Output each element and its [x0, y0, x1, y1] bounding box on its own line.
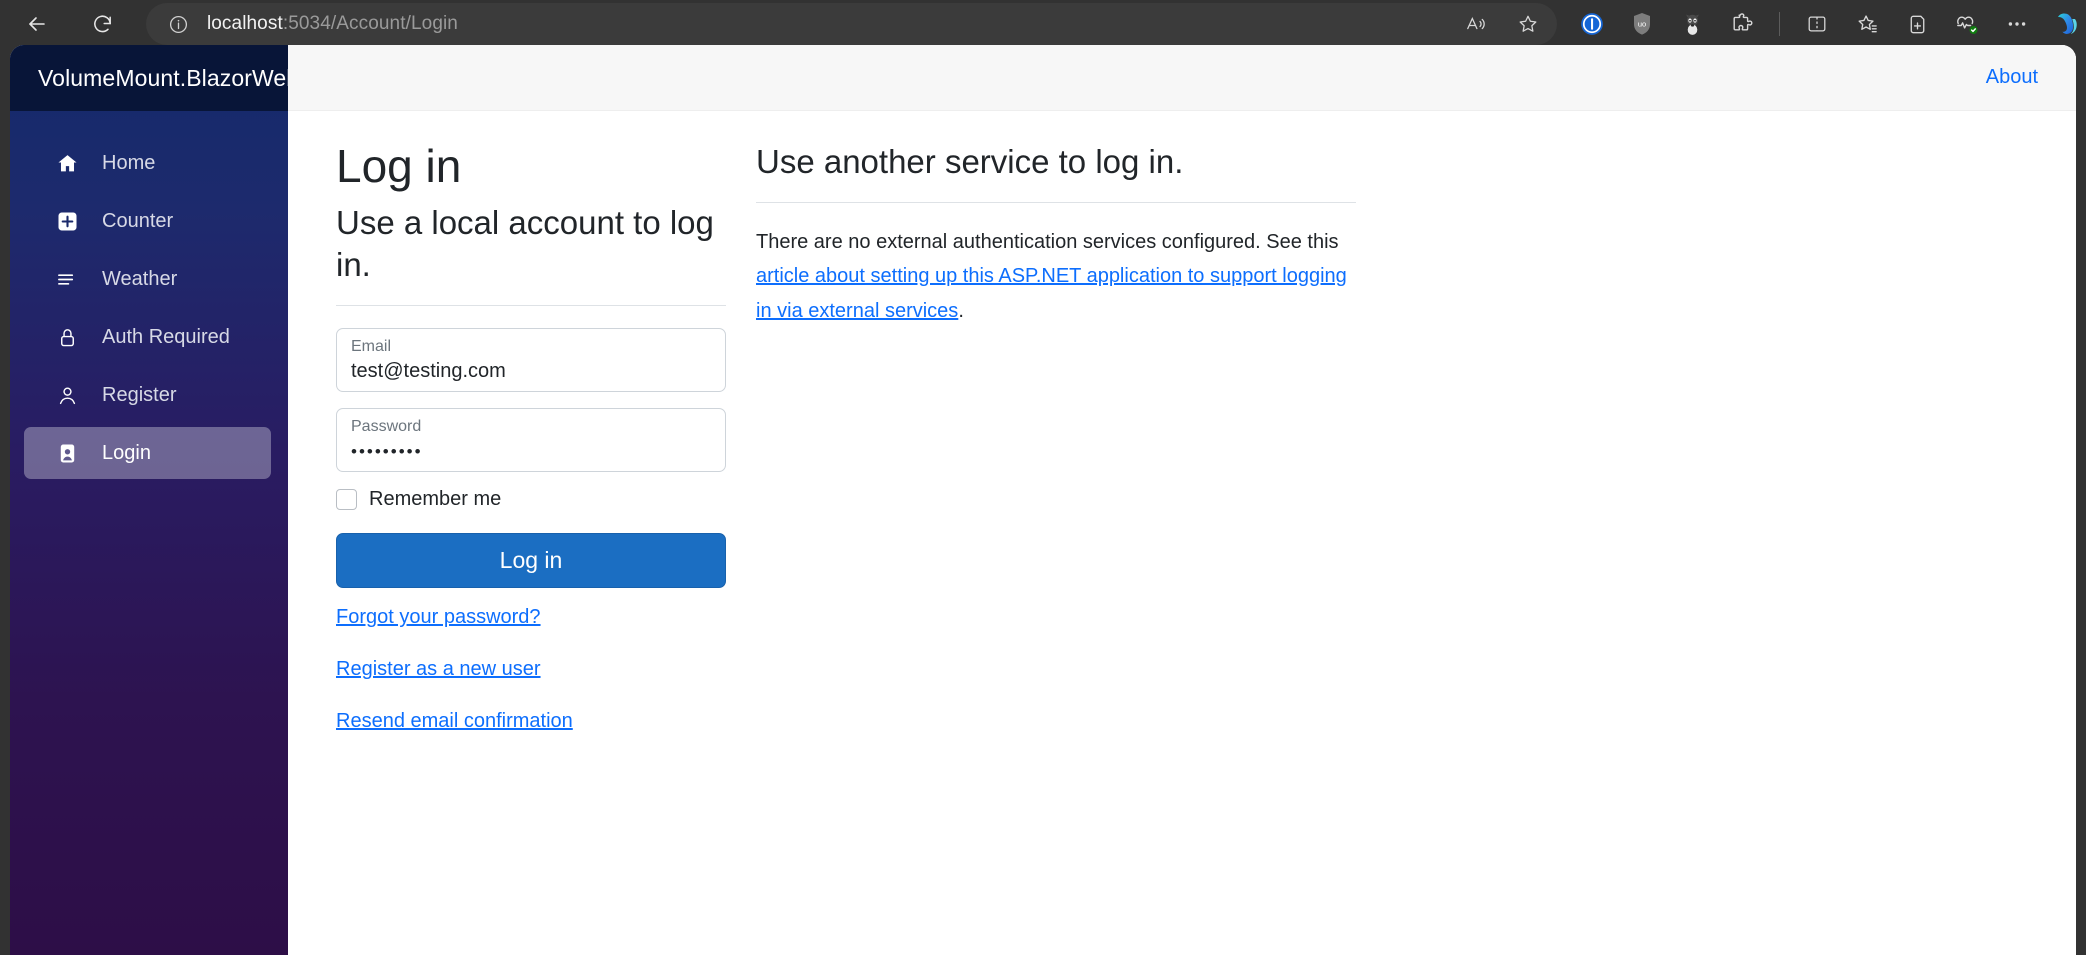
register-row: Register as a new user	[336, 658, 726, 681]
password-label: Password	[351, 418, 711, 436]
email-input[interactable]	[351, 356, 711, 383]
extension-icons: uo	[1573, 5, 2086, 43]
sidebar-item-label: Weather	[102, 268, 177, 291]
id-badge-icon	[54, 440, 80, 466]
email-label: Email	[351, 338, 711, 356]
login-button[interactable]: Log in	[336, 533, 726, 588]
external-article-link[interactable]: article about setting up this ASP.NET ap…	[756, 265, 1347, 321]
sidebar-item-counter[interactable]: Counter	[24, 195, 271, 247]
favorite-star-icon[interactable]	[1509, 5, 1547, 43]
address-bar[interactable]: localhost:5034/Account/Login	[146, 3, 1557, 45]
about-link[interactable]: About	[1986, 66, 2038, 89]
sidebar-item-register[interactable]: Register	[24, 369, 271, 421]
toolbar-divider	[1779, 12, 1780, 36]
plus-square-icon	[54, 208, 80, 234]
split-screen-icon[interactable]	[1798, 5, 1836, 43]
person-icon	[54, 382, 80, 408]
browser-reload-icon[interactable]	[81, 2, 124, 46]
register-link[interactable]: Register as a new user	[336, 658, 541, 680]
local-account-heading: Use a local account to log in.	[336, 202, 726, 288]
list-icon	[54, 266, 80, 292]
browser-essentials-icon[interactable]	[1948, 5, 1986, 43]
remember-me-checkbox[interactable]	[336, 489, 357, 510]
sidebar: VolumeMount.BlazorWeb Home Coun	[10, 45, 288, 955]
sidebar-item-label: Register	[102, 384, 176, 407]
external-services-heading: Use another service to log in.	[756, 141, 1356, 184]
resend-confirmation-row: Resend email confirmation	[336, 710, 726, 733]
login-form: Email Password ••••••••• Remember me Log…	[336, 328, 726, 733]
sidebar-item-auth-required[interactable]: Auth Required	[24, 311, 271, 363]
collections-icon[interactable]	[1848, 5, 1886, 43]
forgot-password-row: Forgot your password?	[336, 606, 726, 629]
brand-label: VolumeMount.BlazorWeb	[38, 65, 299, 92]
forgot-password-link[interactable]: Forgot your password?	[336, 606, 541, 628]
site-info-icon[interactable]	[168, 14, 189, 35]
page-content: Log in Use a local account to log in. Em…	[288, 111, 2076, 762]
auth-links: Forgot your password? Register as a new …	[336, 606, 726, 733]
main-area: About Log in Use a local account to log …	[288, 45, 2076, 955]
page-title: Log in	[336, 141, 726, 192]
url-text: localhost:5034/Account/Login	[207, 13, 458, 35]
sidebar-item-login[interactable]: Login	[24, 427, 271, 479]
resend-confirmation-link[interactable]: Resend email confirmation	[336, 710, 573, 732]
sidebar-brand[interactable]: VolumeMount.BlazorWeb	[10, 45, 288, 111]
copilot-icon[interactable]	[2048, 5, 2086, 43]
add-tab-icon[interactable]	[1898, 5, 1936, 43]
external-services-column: Use another service to log in. There are…	[756, 141, 1356, 328]
remember-me-row[interactable]: Remember me	[336, 488, 726, 511]
divider	[756, 202, 1356, 203]
url-host: localhost	[207, 13, 283, 34]
sidebar-item-label: Counter	[102, 210, 173, 233]
login-form-column: Log in Use a local account to log in. Em…	[336, 141, 726, 762]
email-field-group[interactable]: Email	[336, 328, 726, 392]
ublock-origin-icon[interactable]: uo	[1623, 5, 1661, 43]
remember-me-label: Remember me	[369, 488, 501, 511]
home-icon	[54, 150, 80, 176]
external-text-after: .	[958, 300, 964, 322]
browser-toolbar: localhost:5034/Account/Login	[0, 0, 2086, 48]
password-field-group[interactable]: Password •••••••••	[336, 408, 726, 472]
read-aloud-icon[interactable]	[1457, 5, 1495, 43]
url-path: :5034/Account/Login	[283, 13, 458, 34]
sidebar-item-label: Login	[102, 442, 151, 465]
svg-text:uo: uo	[1638, 20, 1646, 29]
divider	[336, 305, 726, 306]
browser-back-icon[interactable]	[16, 2, 59, 46]
sidebar-nav: Home Counter Weather	[10, 111, 288, 479]
settings-more-icon[interactable]	[1998, 5, 2036, 43]
privacy-badger-icon[interactable]	[1673, 5, 1711, 43]
external-text-before: There are no external authentication ser…	[756, 231, 1339, 253]
password-input[interactable]: •••••••••	[351, 436, 711, 460]
lock-icon	[54, 324, 80, 350]
sidebar-item-label: Home	[102, 152, 155, 175]
sidebar-item-weather[interactable]: Weather	[24, 253, 271, 305]
address-bar-actions	[1457, 3, 1547, 45]
extensions-puzzle-icon[interactable]	[1723, 5, 1761, 43]
onepassword-icon[interactable]	[1573, 5, 1611, 43]
external-services-text: There are no external authentication ser…	[756, 225, 1356, 328]
page-viewport: VolumeMount.BlazorWeb Home Coun	[10, 45, 2076, 955]
sidebar-item-home[interactable]: Home	[24, 137, 271, 189]
sidebar-item-label: Auth Required	[102, 326, 230, 349]
top-bar: About	[288, 45, 2076, 111]
